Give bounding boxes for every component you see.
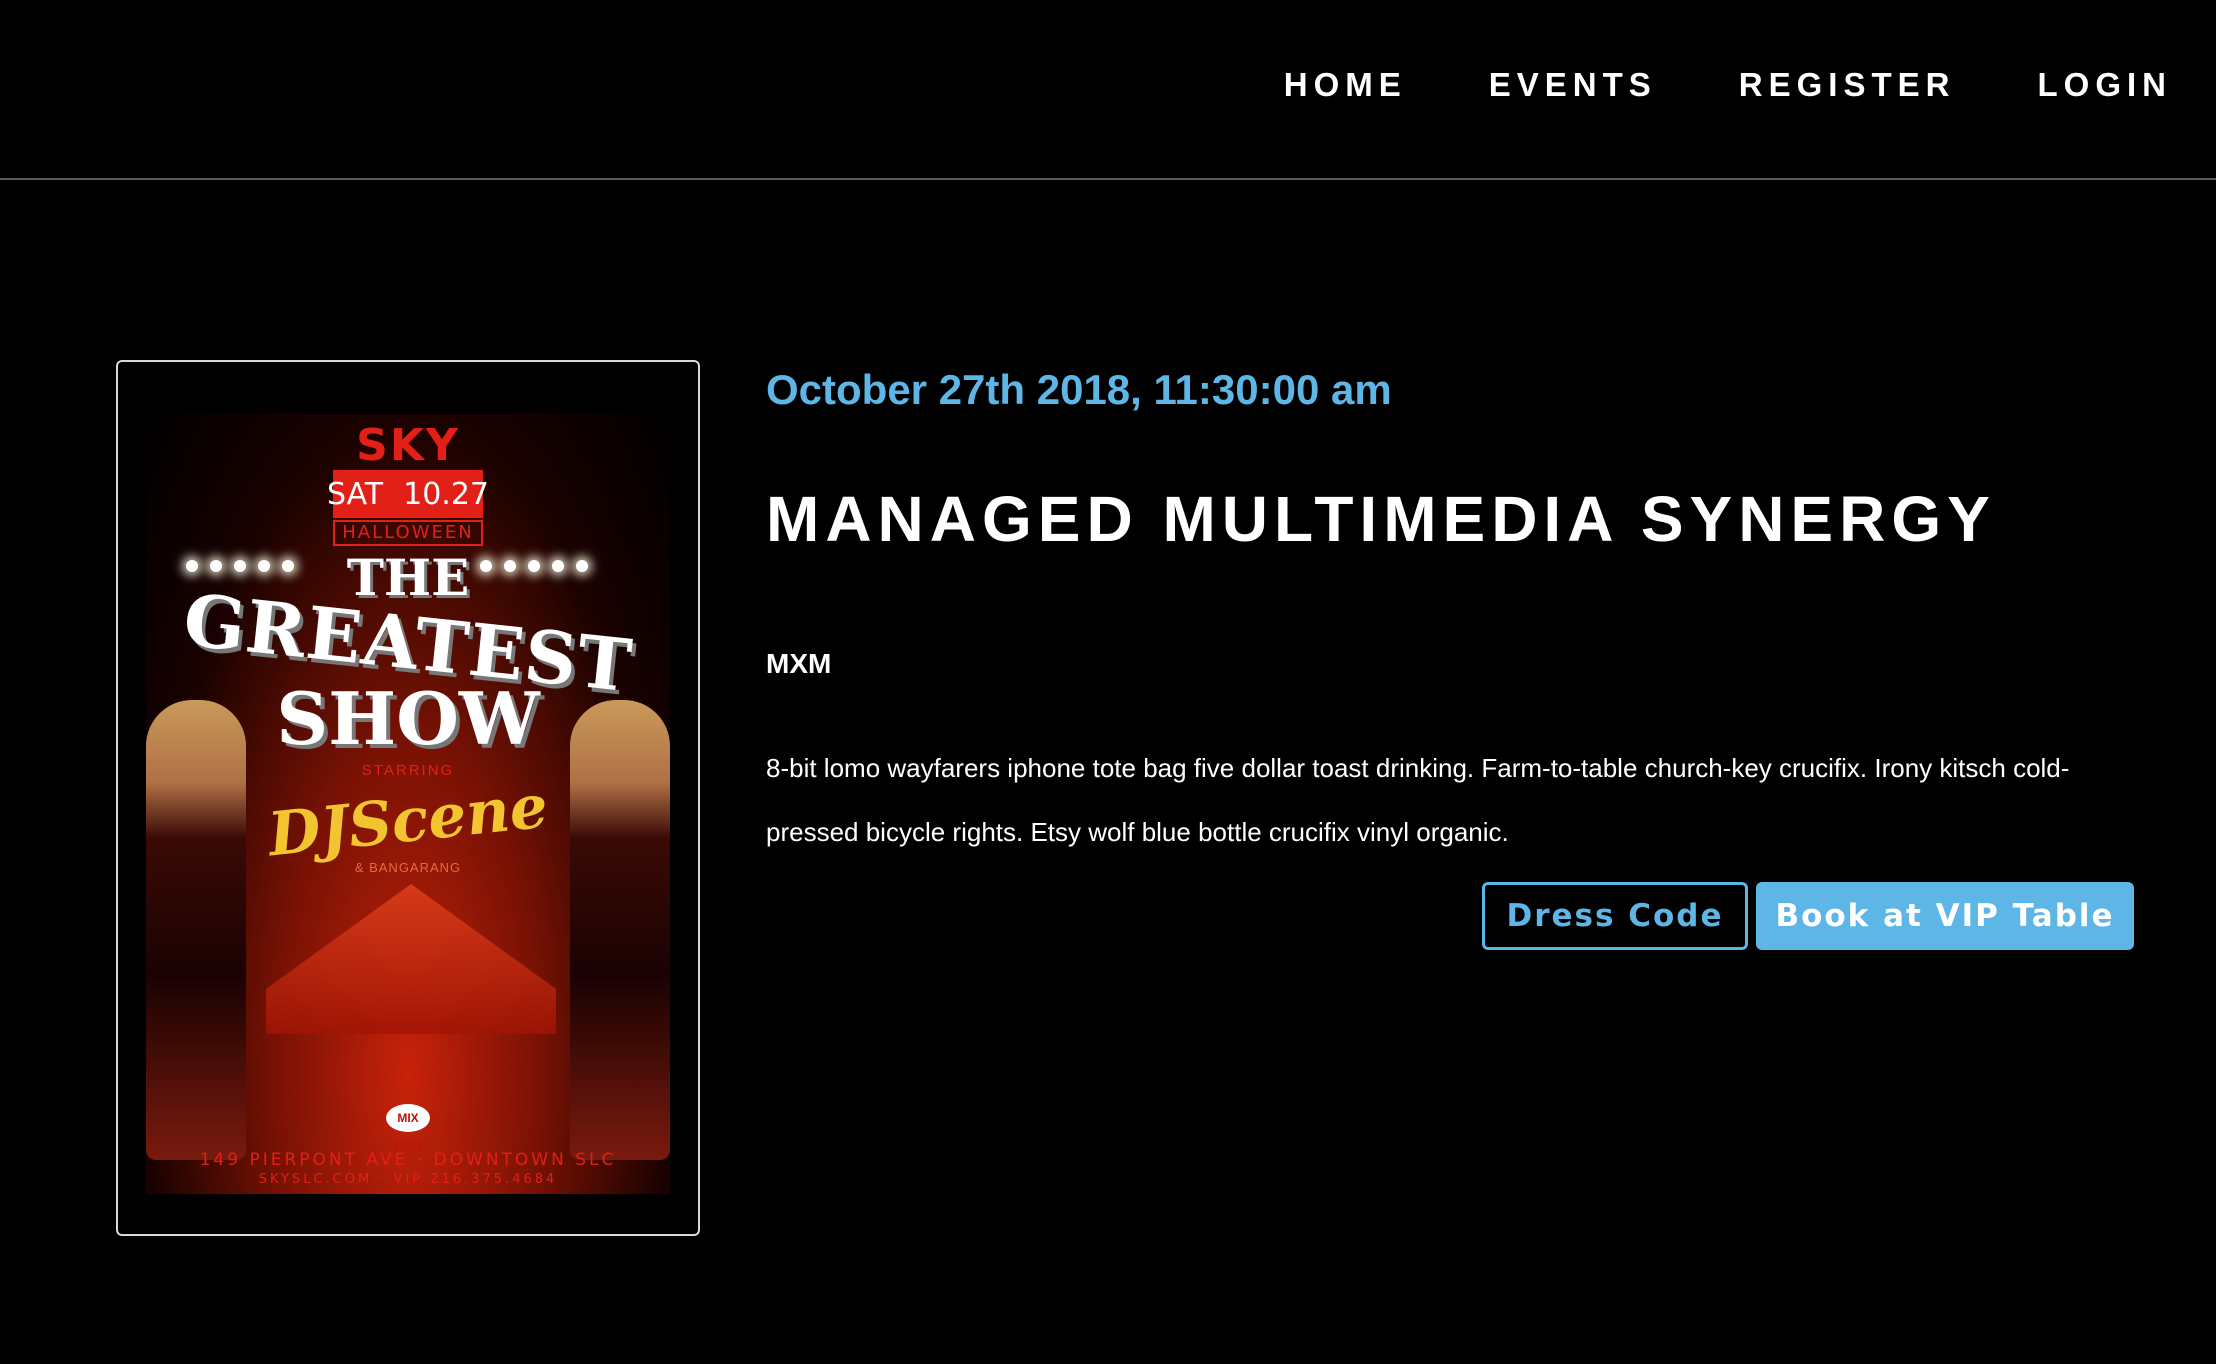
poster-date-box: SAT 10.27 xyxy=(327,470,489,518)
event-datetime: October 27th 2018, 11:30:00 am xyxy=(766,366,1392,413)
poster-date: 10.27 xyxy=(403,476,490,512)
main-nav: HOME EVENTS REGISTER LOGIN xyxy=(1284,66,2172,104)
event-organizer: MXM xyxy=(766,648,832,679)
event-poster-image: SKY SAT 10.27 HALLOWEEN THE GREATEST SHO… xyxy=(146,414,670,1194)
nav-login-link[interactable]: LOGIN xyxy=(2038,66,2173,104)
dress-code-button[interactable]: Dress Code xyxy=(1482,882,1748,950)
poster-address: 149 PIERPONT AVE · DOWNTOWN SLC xyxy=(199,1150,617,1170)
poster-support-act: & BANGARANG xyxy=(354,860,462,875)
event-description: 8-bit lomo wayfarers iphone tote bag fiv… xyxy=(766,753,2070,847)
nav-register-link[interactable]: REGISTER xyxy=(1739,66,1956,104)
book-vip-table-button[interactable]: Book at VIP Table xyxy=(1756,882,2134,950)
top-navigation-bar: HOME EVENTS REGISTER LOGIN xyxy=(0,0,2216,180)
event-poster-frame: SKY SAT 10.27 HALLOWEEN THE GREATEST SHO… xyxy=(116,360,700,1236)
poster-title-line3: SHOW xyxy=(276,676,540,761)
event-title: MANAGED MULTIMEDIA SYNERGY xyxy=(766,483,1996,555)
nav-home-link[interactable]: HOME xyxy=(1284,66,1407,104)
poster-occasion: HALLOWEEN xyxy=(333,520,483,546)
poster-day: SAT xyxy=(327,476,384,512)
poster-circus-tent xyxy=(266,884,556,1034)
poster-sponsor-logo: MIX 105.1 xyxy=(386,1104,430,1153)
poster-brand-logo: SKY xyxy=(356,420,460,471)
nav-events-link[interactable]: EVENTS xyxy=(1489,66,1657,104)
poster-contact: SKYSLC.COM · VIP 216.375.4684 xyxy=(258,1172,558,1187)
